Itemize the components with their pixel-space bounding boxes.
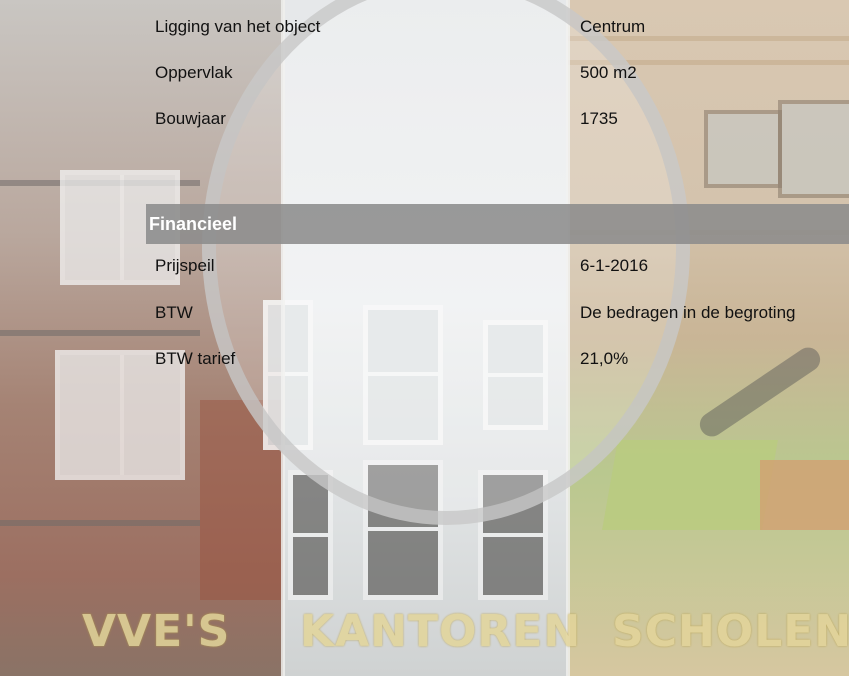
row-label: BTW	[155, 303, 193, 322]
row-oppervlak: Oppervlak 500 m2	[0, 63, 849, 87]
row-ligging: Ligging van het object Centrum	[0, 17, 849, 41]
row-label: BTW tarief	[155, 349, 236, 368]
row-prijspeil: Prijspeil 6-1-2016	[0, 256, 849, 280]
row-value: 1735	[580, 109, 618, 128]
row-label: Oppervlak	[155, 63, 233, 82]
row-value: 21,0%	[580, 349, 629, 368]
section-title: Financieel	[149, 214, 238, 234]
row-label: Ligging van het object	[155, 17, 321, 36]
row-value: 6-1-2016	[580, 256, 649, 275]
row-value: Centrum	[580, 17, 646, 36]
row-label: Prijspeil	[155, 256, 215, 275]
object-details: Ligging van het object Centrum Oppervlak…	[0, 0, 849, 676]
row-btw: BTW De bedragen in de begroting	[0, 303, 849, 327]
row-bouwjaar: Bouwjaar 1735	[0, 109, 849, 133]
section-header-financieel: Financieel	[146, 204, 849, 244]
row-label: Bouwjaar	[155, 109, 226, 128]
row-btw-tarief: BTW tarief 21,0%	[0, 349, 849, 373]
row-value: De bedragen in de begroting	[580, 303, 796, 322]
row-value: 500 m2	[580, 63, 637, 82]
